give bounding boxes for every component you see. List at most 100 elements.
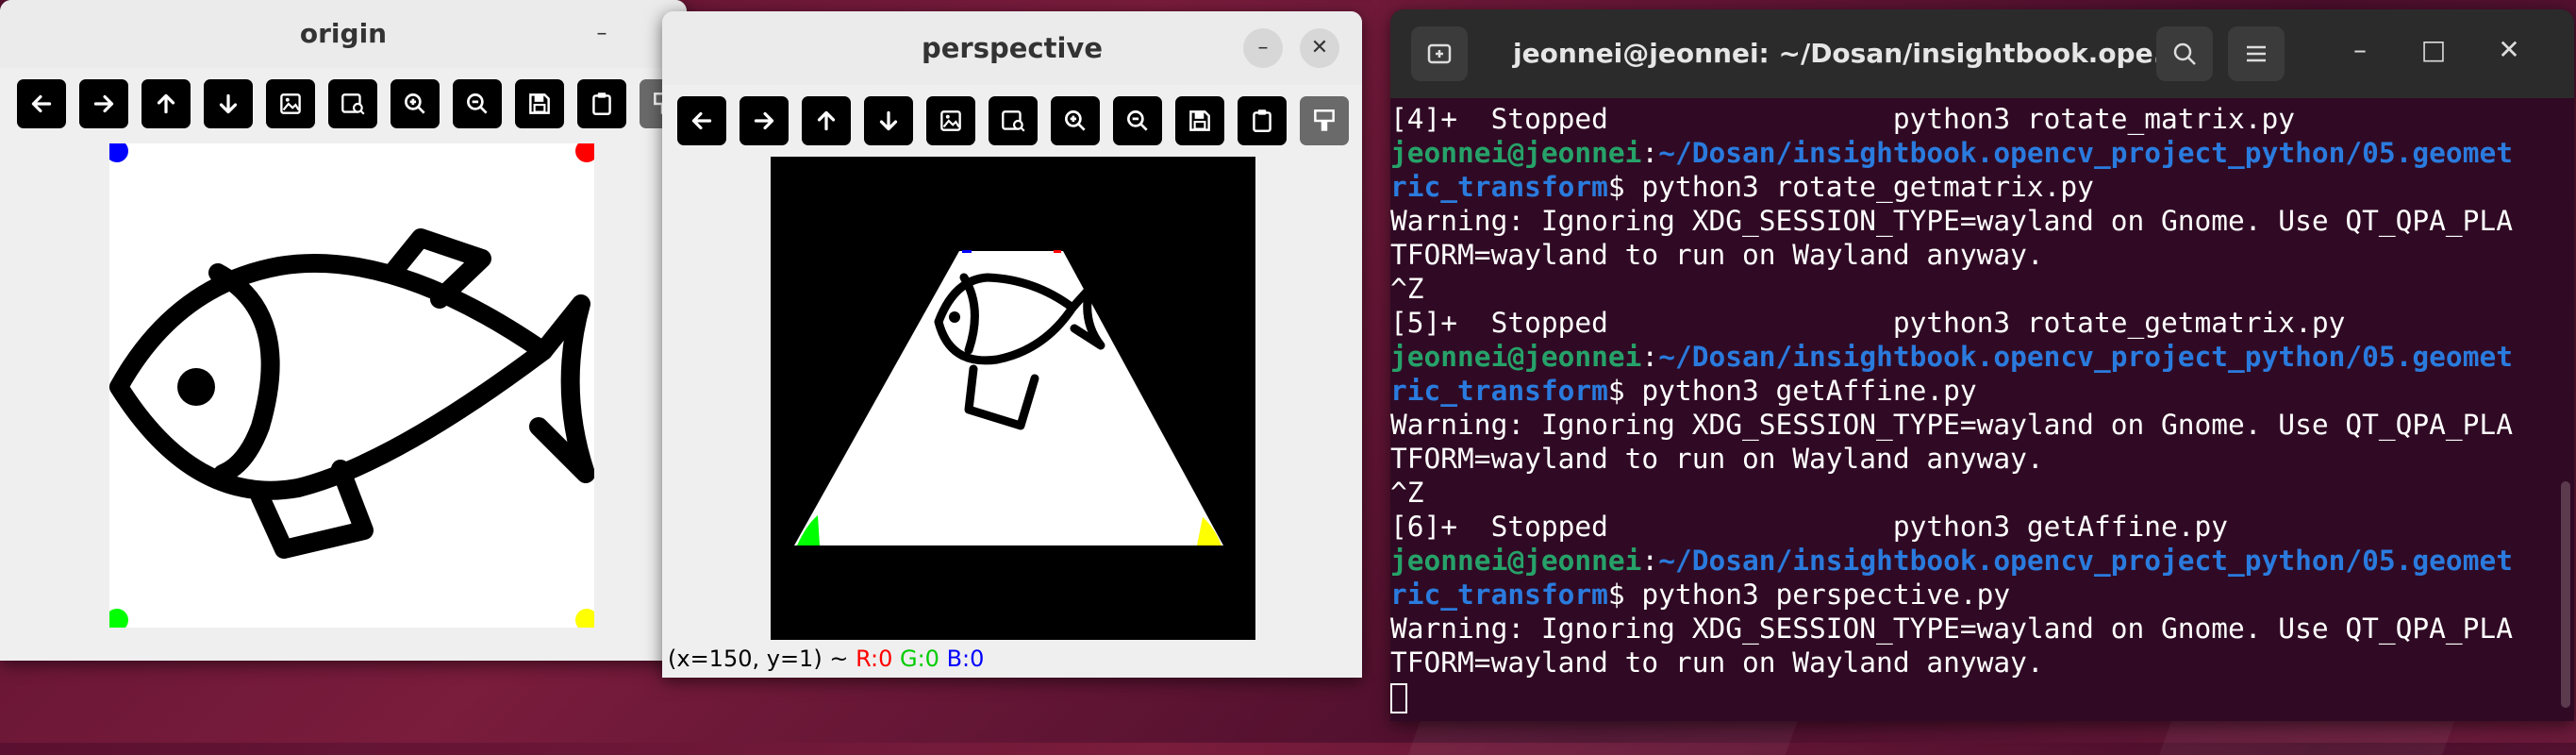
- terminal-text: [5]+ Stopped python3 rotate_getmatrix.py: [1390, 307, 2346, 339]
- terminal-line: jeonnei@jeonnei:~/Dosan/insightbook.open…: [1390, 544, 2574, 578]
- terminal-text: jeonnei@jeonnei: [1390, 545, 1642, 577]
- warped-fish-image: [794, 250, 1223, 545]
- arrow-up-icon: [817, 110, 836, 131]
- arrow-up-tool-button[interactable]: [141, 79, 191, 128]
- settings-tool-button[interactable]: [1300, 96, 1349, 145]
- image-search-tool-button[interactable]: [328, 79, 377, 128]
- terminal-output[interactable]: [4]+ Stopped python3 rotate_matrix.pyjeo…: [1390, 98, 2574, 721]
- terminal-line: ric_transform$ python3 perspective.py: [1390, 578, 2574, 612]
- terminal-text: [4]+ Stopped python3 rotate_matrix.py: [1390, 103, 2296, 135]
- perspective-titlebar[interactable]: perspective – ✕: [662, 11, 1362, 85]
- terminal-text: ^Z: [1390, 477, 1424, 509]
- arrow-down-tool-button[interactable]: [864, 96, 913, 145]
- zoom-out-icon: [1127, 110, 1148, 131]
- minimize-button[interactable]: –: [2341, 34, 2379, 65]
- terminal-line: Warning: Ignoring XDG_SESSION_TYPE=wayla…: [1390, 408, 2574, 442]
- terminal-text: Warning: Ignoring XDG_SESSION_TYPE=wayla…: [1390, 205, 2513, 237]
- terminal-line: ric_transform$ python3 getAffine.py: [1390, 374, 2574, 408]
- image-search-icon: [1002, 110, 1025, 132]
- hamburger-menu-icon: [2247, 45, 2266, 62]
- search-button[interactable]: [2156, 26, 2213, 81]
- image-search-tool-button[interactable]: [989, 96, 1038, 145]
- terminal-text: Warning: Ignoring XDG_SESSION_TYPE=wayla…: [1390, 612, 2513, 645]
- save-icon: [529, 93, 550, 114]
- terminal-text: ~/Dosan/insightbook.opencv_project_pytho…: [1658, 137, 2513, 169]
- terminal-text: TFORM=wayland to run on Wayland anyway.: [1390, 239, 2044, 271]
- origin-window[interactable]: origin –: [0, 0, 687, 661]
- terminal-text: $ python3 perspective.py: [1607, 579, 2011, 611]
- terminal-text: [6]+ Stopped python3 getAffine.py: [1390, 511, 2229, 543]
- minimize-button[interactable]: –: [583, 15, 621, 53]
- terminal-title: jeonnei@jeonnei: ~/Dosan/insightbook.ope…: [1513, 38, 2184, 69]
- terminal-line: ^Z: [1390, 272, 2574, 306]
- image-tool-button[interactable]: [926, 96, 975, 145]
- image-icon: [280, 93, 301, 114]
- image-tool-button[interactable]: [266, 79, 315, 128]
- terminal-text: ^Z: [1390, 273, 1424, 305]
- image-toolbar: [0, 68, 687, 140]
- minimize-button[interactable]: –: [1243, 28, 1283, 68]
- arrow-down-icon: [879, 110, 898, 131]
- maximize-button[interactable]: □: [2415, 34, 2452, 65]
- scrollbar[interactable]: [2561, 481, 2570, 708]
- origin-titlebar[interactable]: origin –: [0, 0, 687, 68]
- new-tab-icon: [1427, 43, 1452, 64]
- zoom-in-icon: [1065, 110, 1086, 131]
- arrow-right-icon: [93, 94, 114, 113]
- close-button[interactable]: ✕: [1300, 28, 1339, 68]
- terminal-text: jeonnei@jeonnei: [1390, 341, 1642, 373]
- origin-image[interactable]: [106, 140, 598, 631]
- terminal-text: :: [1641, 137, 1659, 169]
- perspective-window[interactable]: perspective – ✕ (x=150, y=1) ~ R:0 G:0 B…: [662, 11, 1362, 678]
- red-value: R:0: [856, 646, 893, 672]
- terminal-text: ric_transform: [1390, 579, 1608, 611]
- clipboard-tool-button[interactable]: [1238, 96, 1287, 145]
- terminal-line: Warning: Ignoring XDG_SESSION_TYPE=wayla…: [1390, 612, 2574, 646]
- save-tool-button[interactable]: [515, 79, 564, 128]
- terminal-headerbar[interactable]: jeonnei@jeonnei: ~/Dosan/insightbook.ope…: [1390, 9, 2574, 98]
- clipboard-tool-button[interactable]: [577, 79, 626, 128]
- arrow-left-tool-button[interactable]: [17, 79, 66, 128]
- zoom-out-icon: [467, 93, 488, 114]
- terminal-text: ric_transform: [1390, 171, 1608, 203]
- terminal-line: [6]+ Stopped python3 getAffine.py: [1390, 510, 2574, 544]
- settings-icon: [1314, 109, 1335, 131]
- zoom-in-icon: [405, 93, 425, 114]
- zoom-out-tool-button[interactable]: [453, 79, 502, 128]
- terminal-text: TFORM=wayland to run on Wayland anyway.: [1390, 443, 2044, 475]
- wallpaper-shard: [1407, 717, 1800, 755]
- zoom-in-tool-button[interactable]: [391, 79, 440, 128]
- terminal-line: [4]+ Stopped python3 rotate_matrix.py: [1390, 102, 2574, 136]
- clipboard-icon: [592, 92, 611, 115]
- new-tab-button[interactable]: [1411, 26, 1468, 81]
- image-icon: [940, 110, 961, 131]
- arrow-right-tool-button[interactable]: [740, 96, 789, 145]
- arrow-right-icon: [754, 111, 774, 130]
- clipboard-icon: [1253, 109, 1271, 132]
- terminal-window[interactable]: jeonnei@jeonnei: ~/Dosan/insightbook.ope…: [1390, 9, 2574, 721]
- terminal-text: Warning: Ignoring XDG_SESSION_TYPE=wayla…: [1390, 409, 2513, 441]
- image-search-icon: [341, 93, 365, 115]
- zoom-in-tool-button[interactable]: [1051, 96, 1100, 145]
- arrow-left-tool-button[interactable]: [677, 96, 726, 145]
- arrow-down-tool-button[interactable]: [204, 79, 253, 128]
- terminal-text: $ python3 getAffine.py: [1607, 375, 1977, 407]
- arrow-up-tool-button[interactable]: [802, 96, 851, 145]
- image-toolbar: [662, 85, 1362, 157]
- save-tool-button[interactable]: [1175, 96, 1224, 145]
- menu-button[interactable]: [2228, 26, 2285, 81]
- save-icon: [1189, 110, 1210, 131]
- arrow-right-tool-button[interactable]: [79, 79, 128, 128]
- terminal-line: TFORM=wayland to run on Wayland anyway.: [1390, 646, 2574, 680]
- terminal-text: TFORM=wayland to run on Wayland anyway.: [1390, 646, 2044, 679]
- fish-image: [106, 140, 598, 631]
- perspective-image[interactable]: [771, 157, 1255, 640]
- terminal-line: jeonnei@jeonnei:~/Dosan/insightbook.open…: [1390, 340, 2574, 374]
- close-button[interactable]: ✕: [2490, 34, 2528, 65]
- search-icon: [2173, 42, 2196, 65]
- green-value: G:0: [900, 646, 939, 672]
- terminal-text: ric_transform: [1390, 375, 1608, 407]
- zoom-out-tool-button[interactable]: [1113, 96, 1162, 145]
- terminal-prompt-line[interactable]: [1390, 680, 2574, 713]
- arrow-left-icon: [31, 94, 52, 113]
